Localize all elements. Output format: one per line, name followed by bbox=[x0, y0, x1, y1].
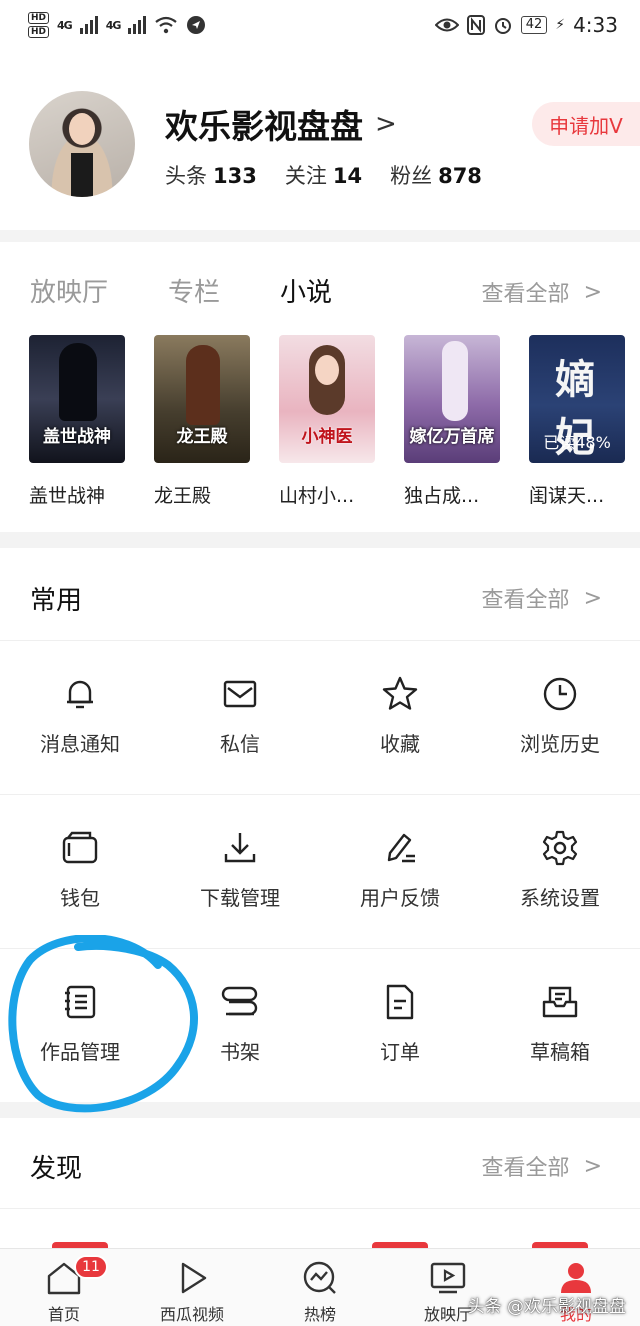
grid-row: 钱包 下载管理 用户反馈 系统设置 bbox=[0, 794, 640, 948]
menu-downloads[interactable]: 下载管理 bbox=[160, 795, 320, 949]
avatar[interactable] bbox=[29, 91, 135, 197]
stat-following[interactable]: 关注 14 bbox=[285, 160, 362, 190]
book-title: 闺谋天... bbox=[529, 485, 605, 507]
tv-icon bbox=[430, 1262, 466, 1294]
bell-icon bbox=[67, 680, 93, 709]
book-list: 盖世战神 盖世战神 龙王殿 龙王殿 小神医 山村小... 嫁亿万首席 独占成..… bbox=[29, 335, 625, 508]
book-cover: 盖世战神 bbox=[29, 335, 125, 463]
nav-home[interactable]: 11 首页 bbox=[0, 1249, 128, 1326]
common-section: 常用 查看全部 > 消息通知 私信 收藏 浏览历史 钱包 下载管理 用户反馈 系… bbox=[0, 548, 640, 1102]
media-see-all-link[interactable]: 查看全部 > bbox=[482, 276, 602, 308]
play-icon bbox=[181, 1262, 207, 1294]
stat-posts[interactable]: 头条 133 bbox=[165, 160, 257, 190]
book-item[interactable]: 龙王殿 龙王殿 bbox=[154, 335, 250, 508]
status-right: 42 ⚡ 4:33 bbox=[434, 13, 618, 37]
document-icon bbox=[386, 984, 414, 1020]
book-cover: 小神医 bbox=[279, 335, 375, 463]
apply-verification-button[interactable]: 申请加V bbox=[532, 102, 640, 146]
book-title: 盖世战神 bbox=[29, 485, 106, 507]
watermark: 头条 @欢乐影视盘盘 bbox=[467, 1297, 626, 1317]
discover-section: 发现 查看全部 > bbox=[0, 1118, 640, 1250]
book-cover: 龙王殿 bbox=[154, 335, 250, 463]
star-icon bbox=[382, 676, 418, 710]
alarm-icon bbox=[494, 18, 511, 34]
menu-works-management[interactable]: 作品管理 bbox=[0, 949, 160, 1103]
pen-icon bbox=[387, 833, 415, 863]
book-title: 山村小... bbox=[279, 485, 355, 507]
book-cover: 嫁亿万首席 bbox=[404, 335, 500, 463]
section-title: 常用 bbox=[30, 586, 83, 616]
grid-row: 消息通知 私信 收藏 浏览历史 bbox=[0, 640, 640, 794]
menu-wallet[interactable]: 钱包 bbox=[0, 795, 160, 949]
read-progress-badge: 已读48% bbox=[543, 433, 611, 452]
menu-messages[interactable]: 私信 bbox=[160, 641, 320, 795]
grid-row: 作品管理 书架 订单 草稿箱 bbox=[0, 948, 640, 1102]
profile-header: 欢乐影视盘盘 > 头条 133 关注 14 粉丝 878 申请加V bbox=[0, 50, 640, 230]
book-cover: 嫡妃 已读48% bbox=[529, 335, 625, 463]
menu-history[interactable]: 浏览历史 bbox=[480, 641, 640, 795]
bookshelf-icon bbox=[221, 986, 258, 1016]
book-item[interactable]: 嫡妃 已读48% 闺谋天... bbox=[529, 335, 625, 508]
menu-settings[interactable]: 系统设置 bbox=[480, 795, 640, 949]
avatar-face bbox=[69, 113, 95, 145]
network-type-1: 4G bbox=[57, 18, 73, 32]
status-bar: HD HD 4G 4G 42 ⚡ 4:33 bbox=[0, 0, 640, 50]
menu-notifications[interactable]: 消息通知 bbox=[0, 641, 160, 795]
tab-column[interactable]: 专栏 bbox=[168, 272, 220, 309]
menu-feedback[interactable]: 用户反馈 bbox=[320, 795, 480, 949]
book-item[interactable]: 小神医 山村小... bbox=[279, 335, 375, 508]
menu-drafts[interactable]: 草稿箱 bbox=[480, 949, 640, 1103]
menu-orders[interactable]: 订单 bbox=[320, 949, 480, 1103]
profile-name-link[interactable]: 欢乐影视盘盘 > bbox=[165, 100, 397, 148]
menu-bookshelf[interactable]: 书架 bbox=[160, 949, 320, 1103]
common-see-all-link[interactable]: 查看全部 > bbox=[482, 582, 602, 614]
trending-icon bbox=[303, 1261, 336, 1294]
chevron-right-icon: > bbox=[583, 279, 602, 305]
eye-icon bbox=[434, 18, 459, 32]
wifi-icon bbox=[155, 16, 178, 34]
stat-fans[interactable]: 粉丝 878 bbox=[390, 160, 482, 190]
network-type-2: 4G bbox=[105, 18, 122, 32]
mail-icon bbox=[223, 680, 257, 708]
hd-icon: HD HD bbox=[28, 12, 50, 38]
charging-icon: ⚡ bbox=[555, 17, 566, 33]
media-section: 放映厅 专栏 小说 查看全部 > 盖世战神 盖世战神 龙王殿 龙王殿 小神医 山村… bbox=[0, 242, 640, 532]
book-item[interactable]: 嫁亿万首席 独占成... bbox=[404, 335, 500, 508]
notebook-icon bbox=[65, 985, 96, 1019]
tab-screening-hall[interactable]: 放映厅 bbox=[30, 272, 108, 309]
book-item[interactable]: 盖世战神 盖世战神 bbox=[29, 335, 125, 508]
location-icon bbox=[187, 16, 206, 34]
profile-name: 欢乐影视盘盘 bbox=[165, 107, 363, 146]
status-left: HD HD 4G 4G bbox=[28, 12, 206, 38]
signal-icon-2 bbox=[128, 16, 147, 34]
media-tabs: 放映厅 专栏 小说 bbox=[30, 272, 392, 309]
nfc-icon bbox=[466, 15, 485, 35]
clock-icon bbox=[543, 677, 577, 711]
menu-favorites[interactable]: 收藏 bbox=[320, 641, 480, 795]
avatar-shirt bbox=[71, 153, 93, 197]
chevron-right-icon: > bbox=[583, 585, 602, 611]
section-title: 发现 bbox=[30, 1154, 83, 1184]
book-title: 龙王殿 bbox=[154, 485, 212, 507]
nav-hot-list[interactable]: 热榜 bbox=[256, 1249, 384, 1326]
nav-xigua-video[interactable]: 西瓜视频 bbox=[128, 1249, 256, 1326]
chevron-right-icon: > bbox=[375, 109, 397, 139]
signal-icon bbox=[79, 16, 98, 34]
download-icon bbox=[224, 833, 256, 863]
notification-badge: 11 bbox=[74, 1255, 108, 1279]
discover-see-all-link[interactable]: 查看全部 > bbox=[482, 1150, 602, 1182]
divider bbox=[0, 1208, 640, 1209]
gear-icon bbox=[542, 830, 578, 866]
draft-box-icon bbox=[542, 986, 578, 1018]
wallet-icon bbox=[62, 831, 98, 864]
chevron-right-icon: > bbox=[583, 1153, 602, 1179]
tab-novel[interactable]: 小说 bbox=[280, 272, 332, 309]
battery-icon: 42 bbox=[520, 16, 548, 34]
clock-time: 4:33 bbox=[573, 13, 618, 37]
profile-stats: 头条 133 关注 14 粉丝 878 bbox=[165, 160, 482, 190]
book-title: 独占成... bbox=[404, 485, 480, 507]
